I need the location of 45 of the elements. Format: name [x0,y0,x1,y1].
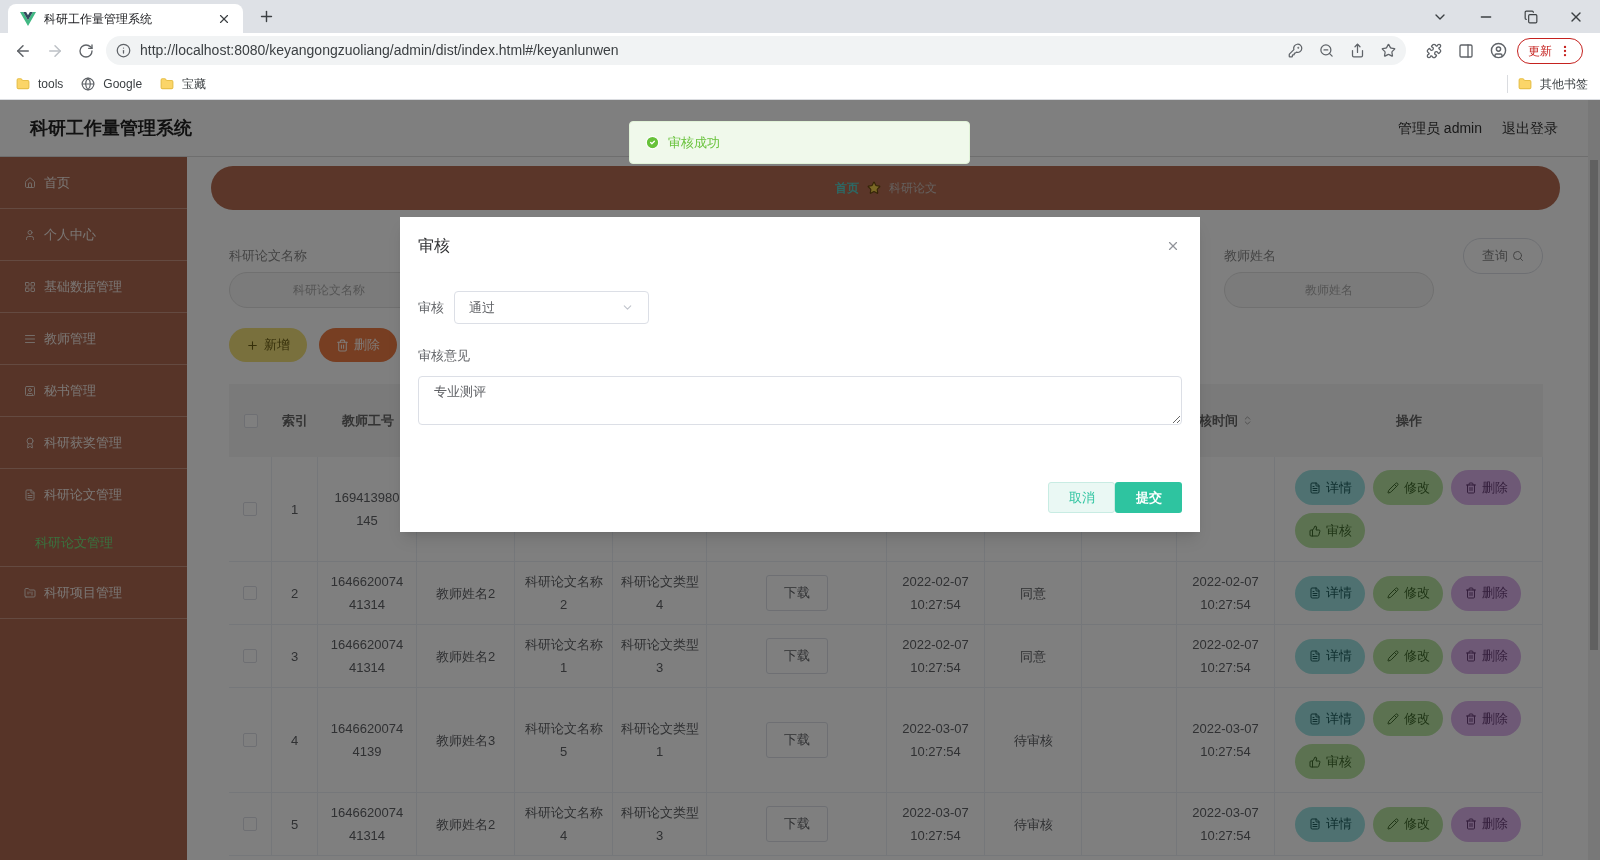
table-cell-text: 164662007441314 [330,804,404,845]
table-cell-text: 164662007441314 [330,573,404,614]
table-cell-text: 同意 [1020,584,1046,603]
table-cell-text: 科研论文类型4 [620,573,699,614]
field-label: 审核意见 [418,347,471,365]
table-cell-text: 教师姓名2 [435,815,496,834]
table-cell-text: 待审核 [1013,731,1053,750]
toast-message: 审核成功 [668,133,720,152]
table-cell-text: 科研论文类型1 [620,720,699,761]
table-cell-text: 科研论文名称1 [523,636,604,677]
table-cell-text: 5 [290,815,299,834]
tab-title: 科研工作量管理系统 [44,10,153,28]
table-cell-text: 164662007441314 [330,636,404,677]
table-cell-text: 2022-02-07 10:27:54 [901,573,970,614]
table-cell-text: 科研论文类型3 [620,804,699,845]
column-header: 操作 [1396,411,1422,430]
table-cell-text: 1 [290,500,299,519]
table-cell-text: 同意 [1020,647,1046,666]
user-label: 管理员 admin [1397,118,1482,138]
table-cell-text: 2022-03-07 10:27:54 [901,720,970,761]
column-header: 教师工号 [341,411,394,430]
table-cell-text: 教师姓名2 [435,584,496,603]
table-cell-text: 2022-03-07 10:27:54 [1191,720,1260,761]
table-cell-text: 2022-03-07 10:27:54 [1191,804,1260,845]
table-cell-text: 科研论文类型3 [620,636,699,677]
table-cell-text: 16466200744139 [330,720,404,761]
table-cell-text: 2 [290,584,299,603]
dialog-title: 审核 [418,236,450,256]
table-cell-text: 科研论文名称2 [523,573,604,614]
field-label: 科研论文名称 [229,247,308,265]
table-cell-text: 2022-02-07 10:27:54 [1191,573,1260,614]
app-title: 科研工作量管理系统 [30,116,192,140]
table-cell-text: 科研论文名称4 [523,804,604,845]
url-text: http://localhost:8080/keyangongzuoliang/admin/dist/index.html#/keyanlunwen [140,41,620,60]
table-cell-text: 3 [290,647,299,666]
table-cell-text: 科研论文名称5 [523,720,604,761]
table-cell-text: 待审核 [1013,815,1053,834]
table-cell-text: 2022-02-07 10:27:54 [901,636,970,677]
table-cell-text: 169413980 145 [333,489,401,530]
table-cell-text: 4 [290,731,299,750]
table-cell-text: 2022-02-07 10:27:54 [1191,636,1260,677]
table-cell-text: 教师姓名2 [435,647,496,666]
column-header: 索引 [282,411,308,430]
table-cell-text: 2022-03-07 10:27:54 [901,804,970,845]
table-cell-text: 教师姓名3 [435,731,496,750]
